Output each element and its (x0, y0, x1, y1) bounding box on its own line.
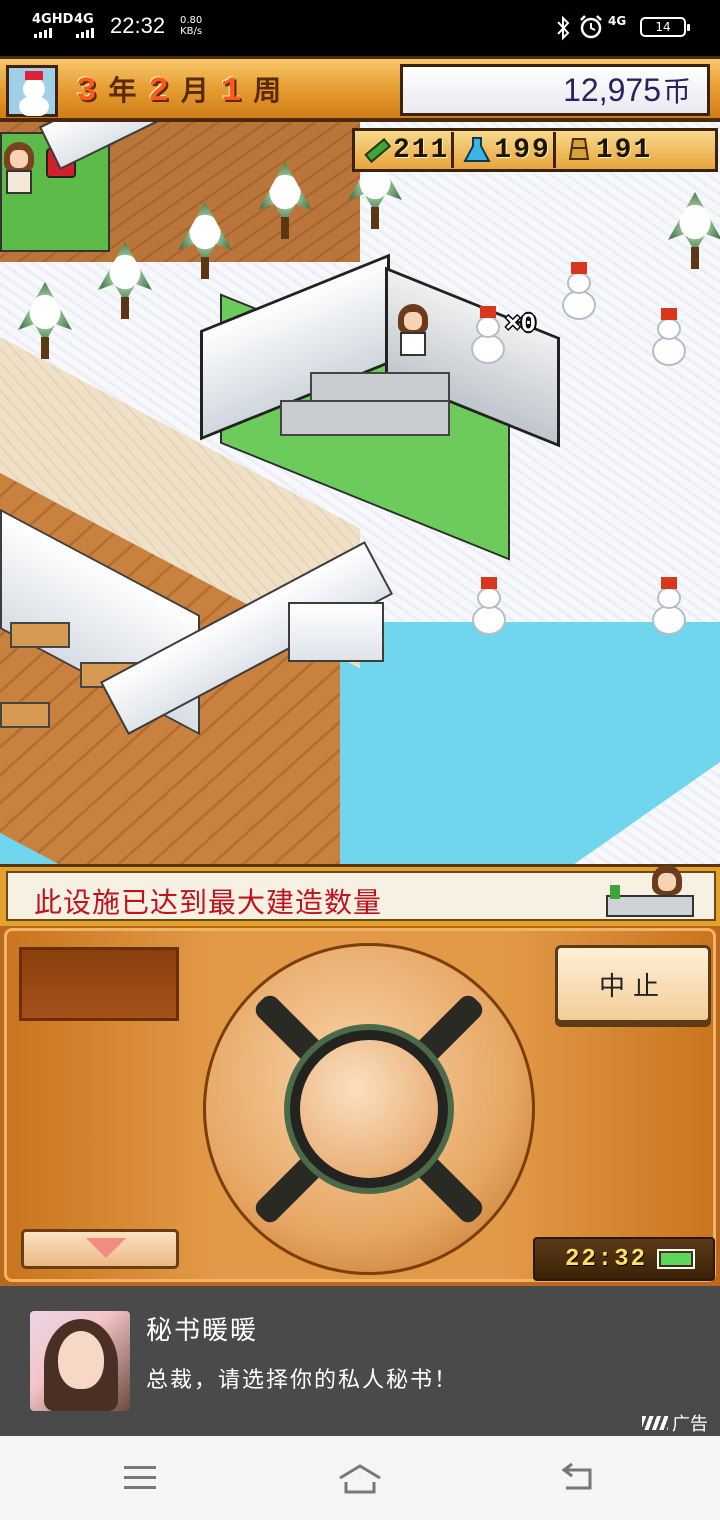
speed-value: 0.80 (180, 15, 203, 26)
ad-label: 广告 (642, 1410, 708, 1436)
game-top-bar: 3 年 2 月 1 周 12,975 币 (0, 56, 720, 122)
bluetooth-icon (557, 15, 570, 41)
message-text: 此设施已达到最大建造数量 (34, 886, 383, 919)
ad-tag-text: 广告 (672, 1414, 708, 1435)
ad-thumbnail[interactable] (30, 1311, 130, 1411)
collapse-button[interactable] (21, 1229, 179, 1269)
resource-pencil: 211 (355, 131, 449, 169)
menu-icon[interactable] (124, 1466, 156, 1490)
battery-icon: 14 (640, 17, 690, 37)
battery-level: 14 (655, 20, 671, 34)
ad-banner[interactable]: 秘书暖暖 总裁，请选择你的私人秘书！ 广告 (0, 1286, 720, 1436)
ad-description[interactable]: 总裁，请选择你的私人秘书！ (146, 1362, 458, 1394)
alarm-icon (580, 15, 602, 39)
ad-title[interactable]: 秘书暖暖 (146, 1310, 258, 1347)
flask-value: 199 (494, 134, 551, 166)
speed-unit: KB/s (180, 26, 203, 37)
wall-corner (288, 602, 384, 662)
trophy-value: 191 (595, 134, 653, 166)
money-display[interactable]: 12,975 币 (400, 64, 710, 116)
game-world-view[interactable]: ×0 211 199 191 (0, 122, 720, 864)
snowy-tree-icon (660, 192, 720, 272)
classroom-desk (10, 622, 70, 648)
network-type-2: 4G (74, 12, 94, 27)
pencil-icon (359, 133, 393, 167)
message-bar: 此设施已达到最大建造数量 (0, 864, 720, 926)
message-box: 此设施已达到最大建造数量 (6, 865, 716, 921)
flask-icon (460, 133, 494, 167)
network-type-3: 4G (608, 14, 627, 28)
snowman-icon[interactable] (646, 308, 692, 368)
week-number: 1 (220, 73, 242, 111)
resource-flask: 199 (456, 131, 550, 169)
down-arrow-icon (86, 1238, 126, 1258)
snowman-icon[interactable] (556, 262, 602, 322)
control-panel: 中止 22:32 (0, 926, 720, 1286)
status-time: 22:32 (110, 13, 166, 38)
money-unit: 币 (662, 75, 691, 108)
money-amount: 12,975 (563, 71, 661, 108)
stop-button[interactable]: 中止 (555, 945, 711, 1023)
office-desk (310, 372, 450, 402)
system-nav-bar (0, 1436, 720, 1520)
snowman-icon[interactable] (646, 577, 692, 637)
classroom-desk (0, 702, 50, 728)
direction-pad[interactable] (203, 943, 535, 1275)
week-unit: 周 (253, 74, 282, 107)
pencil-value: 211 (393, 134, 450, 166)
game-date: 3 年 2 月 1 周 (76, 69, 281, 111)
research-points-bar: 211 199 191 (352, 128, 718, 172)
season-snowman-icon[interactable] (6, 65, 58, 117)
trophy-icon (562, 133, 596, 167)
snowy-tree-icon (90, 242, 160, 322)
year-number: 3 (76, 73, 97, 111)
office-desk (280, 400, 450, 436)
home-icon[interactable] (336, 1462, 384, 1496)
month-unit: 月 (180, 74, 209, 107)
signal-icon-2 (76, 28, 94, 38)
battery-full-icon (657, 1249, 696, 1269)
back-icon[interactable] (560, 1462, 598, 1494)
student-figure (2, 142, 36, 194)
snowy-tree-icon (170, 202, 240, 282)
month-number: 2 (148, 73, 169, 111)
status-bar: 4GHD 4G 22:32 0.80 KB/s 4G 14 (0, 0, 720, 56)
secretary-desk-icon (606, 865, 700, 923)
item-slot[interactable] (19, 947, 179, 1021)
snowman-count: ×0 (505, 309, 537, 339)
resource-trophy: 191 (558, 131, 652, 169)
snowy-tree-icon (250, 162, 320, 242)
snowman-icon[interactable] (466, 577, 512, 637)
network-type-1: 4GHD (32, 12, 74, 27)
signal-icon-1 (34, 28, 52, 38)
ad-logo-icon (642, 1416, 668, 1430)
game-clock: 22:32 (533, 1237, 715, 1281)
clock-time: 22:32 (565, 1245, 648, 1273)
year-unit: 年 (108, 74, 137, 107)
dpad-center-button[interactable] (300, 1040, 438, 1178)
secretary-figure (396, 304, 430, 356)
network-speed: 0.80 KB/s (180, 15, 202, 37)
